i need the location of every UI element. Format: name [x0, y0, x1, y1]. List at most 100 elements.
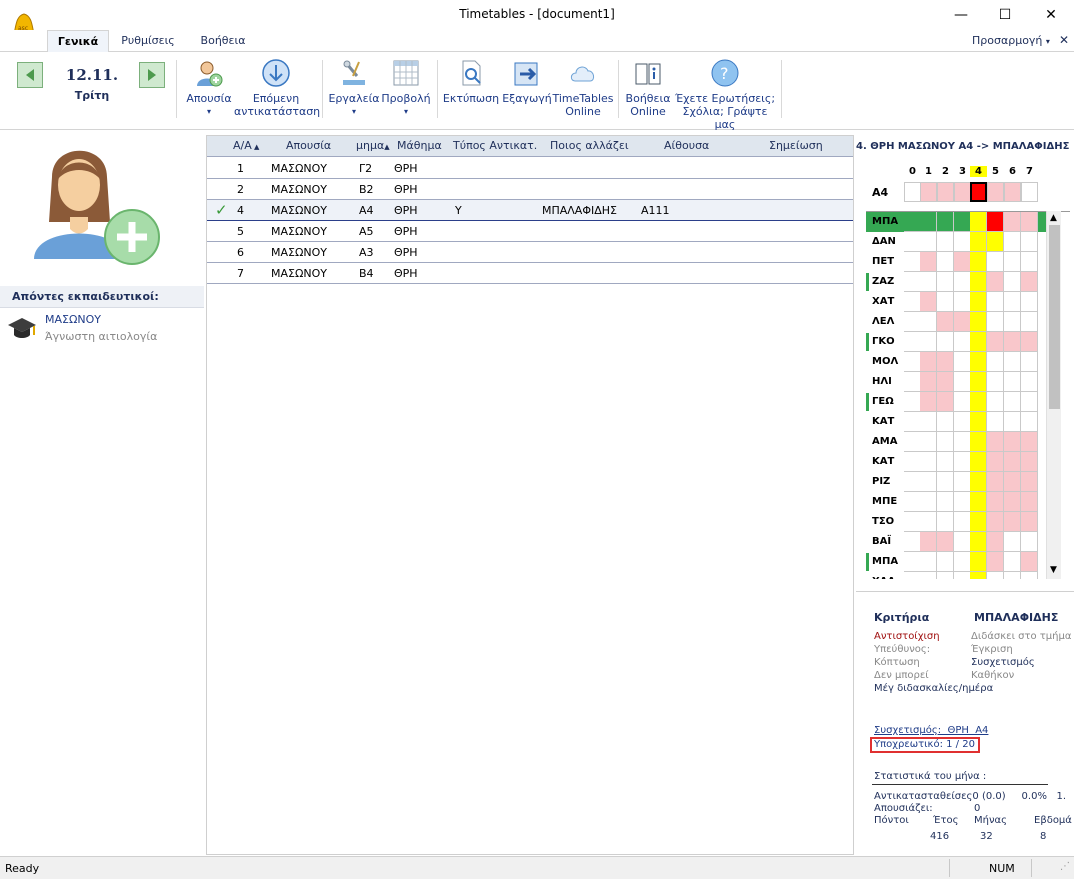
grid-scrollbar[interactable]: ▲ ▼: [1046, 211, 1061, 579]
grid-cell[interactable]: [970, 272, 987, 292]
teacher-row[interactable]: ΑΜΑ: [866, 432, 1046, 452]
grid-cell[interactable]: [937, 312, 954, 332]
grid-cell[interactable]: [970, 392, 987, 412]
grid-cell[interactable]: [920, 492, 937, 512]
teacher-row[interactable]: ΖΑΖ: [866, 272, 1046, 292]
absent-teacher-item[interactable]: ΜΑΣΩΝΟΥ Άγνωστη αιτιολογία: [0, 310, 204, 346]
grid-cell[interactable]: [970, 532, 987, 552]
export-button[interactable]: Εξαγωγή: [500, 58, 554, 105]
grid-cell[interactable]: [987, 212, 1004, 232]
grid-cell[interactable]: [970, 232, 987, 252]
scroll-thumb[interactable]: [1049, 225, 1060, 409]
maximize-button[interactable]: ☐: [982, 0, 1028, 30]
prev-day-button[interactable]: [17, 62, 43, 88]
teacher-row[interactable]: ΔΑΝ: [866, 232, 1046, 252]
scroll-down-icon[interactable]: ▼: [1050, 565, 1057, 575]
grid-cell[interactable]: [920, 292, 937, 312]
grid-cell[interactable]: [937, 252, 954, 272]
grid-cell[interactable]: [920, 452, 937, 472]
grid-cell[interactable]: [920, 372, 937, 392]
grid-cell[interactable]: [937, 532, 954, 552]
grid-cell[interactable]: [937, 472, 954, 492]
grid-cell[interactable]: [987, 372, 1004, 392]
teacher-row[interactable]: ΡΙΖ: [866, 472, 1046, 492]
grid-cell[interactable]: [1021, 212, 1038, 232]
col-header-who[interactable]: Ποιος αλλάζει: [550, 139, 629, 152]
grid-cell[interactable]: [937, 552, 954, 572]
grid-cell[interactable]: [937, 452, 954, 472]
tools-button[interactable]: Εργαλεία ▾: [328, 58, 380, 118]
grid-cell[interactable]: [970, 512, 987, 532]
grid-cell[interactable]: [970, 352, 987, 372]
grid-cell[interactable]: [987, 492, 1004, 512]
class-slot[interactable]: [1021, 182, 1038, 202]
grid-cell[interactable]: [954, 212, 971, 232]
teacher-row[interactable]: ΓΕΩ: [866, 392, 1046, 412]
grid-cell[interactable]: [970, 252, 987, 272]
tab-general[interactable]: Γενικά: [47, 30, 109, 52]
grid-cell[interactable]: [954, 492, 971, 512]
grid-cell[interactable]: [987, 472, 1004, 492]
table-row[interactable]: 7 ΜΑΣΩΝΟΥ Β4 ΘΡΗ: [207, 263, 853, 284]
teacher-row[interactable]: ΒΑΪ: [866, 532, 1046, 552]
col-header-type[interactable]: Τύπος Αντικατ.: [453, 139, 537, 152]
grid-cell[interactable]: [987, 252, 1004, 272]
grid-cell[interactable]: [987, 232, 1004, 252]
grid-cell[interactable]: [970, 412, 987, 432]
grid-cell[interactable]: [904, 572, 921, 579]
tab-settings[interactable]: Ρυθμίσεις: [114, 30, 182, 52]
grid-cell[interactable]: [970, 452, 987, 472]
teacher-row[interactable]: ΧΑΤ: [866, 292, 1046, 312]
grid-cell[interactable]: [954, 552, 971, 572]
grid-cell[interactable]: [904, 452, 921, 472]
teacher-row[interactable]: ΧΑΛ: [866, 572, 1046, 579]
grid-cell[interactable]: [920, 352, 937, 372]
grid-cell[interactable]: [987, 352, 1004, 372]
class-slot[interactable]: [954, 182, 971, 202]
grid-cell[interactable]: [1004, 452, 1021, 472]
grid-cell[interactable]: [937, 412, 954, 432]
grid-cell[interactable]: [920, 432, 937, 452]
grid-cell[interactable]: [904, 232, 921, 252]
grid-cell[interactable]: [1004, 432, 1021, 452]
absence-button[interactable]: Απουσία ▾: [182, 58, 236, 118]
grid-cell[interactable]: [1021, 512, 1038, 532]
grid-cell[interactable]: [1004, 232, 1021, 252]
tab-help[interactable]: Βοήθεια: [192, 30, 254, 52]
grid-cell[interactable]: [937, 512, 954, 532]
grid-cell[interactable]: [920, 412, 937, 432]
grid-cell[interactable]: [970, 372, 987, 392]
grid-cell[interactable]: [1004, 252, 1021, 272]
grid-cell[interactable]: [904, 272, 921, 292]
col-header-absence[interactable]: Απουσία: [286, 139, 331, 152]
grid-cell[interactable]: [987, 272, 1004, 292]
correlation-link[interactable]: Συσχετισμός: ΘΡΗ Α4: [874, 725, 988, 736]
grid-cell[interactable]: [1004, 572, 1021, 579]
view-button[interactable]: Προβολή ▾: [380, 58, 432, 118]
grid-cell[interactable]: [970, 292, 987, 312]
grid-cell[interactable]: [1021, 352, 1038, 372]
grid-cell[interactable]: [1004, 552, 1021, 572]
grid-cell[interactable]: [937, 572, 954, 579]
grid-cell[interactable]: [920, 392, 937, 412]
grid-cell[interactable]: [970, 572, 987, 579]
grid-cell[interactable]: [970, 552, 987, 572]
grid-cell[interactable]: [1004, 412, 1021, 432]
grid-cell[interactable]: [1004, 292, 1021, 312]
teacher-row[interactable]: ΓΚΟ: [866, 332, 1046, 352]
grid-cell[interactable]: [937, 432, 954, 452]
grid-cell[interactable]: [1004, 532, 1021, 552]
grid-cell[interactable]: [987, 412, 1004, 432]
grid-cell[interactable]: [904, 412, 921, 432]
grid-cell[interactable]: [937, 292, 954, 312]
grid-cell[interactable]: [937, 392, 954, 412]
grid-cell[interactable]: [1004, 352, 1021, 372]
grid-cell[interactable]: [920, 512, 937, 532]
grid-cell[interactable]: [954, 252, 971, 272]
grid-cell[interactable]: [904, 332, 921, 352]
grid-cell[interactable]: [904, 212, 921, 232]
grid-cell[interactable]: [1021, 572, 1038, 579]
class-slot[interactable]: [904, 182, 921, 202]
col-header-room[interactable]: Αίθουσα: [664, 139, 709, 152]
grid-cell[interactable]: [904, 472, 921, 492]
